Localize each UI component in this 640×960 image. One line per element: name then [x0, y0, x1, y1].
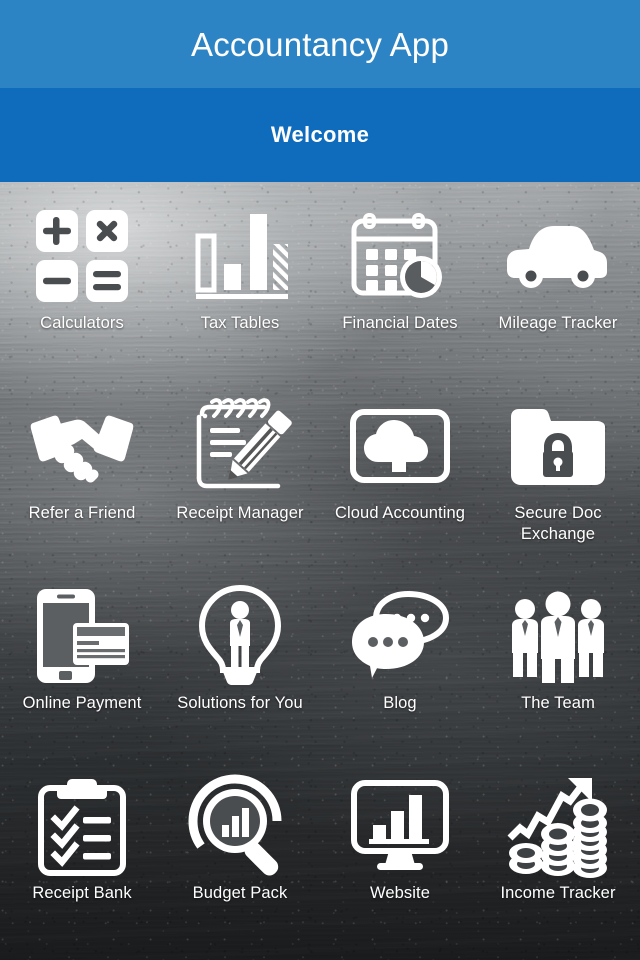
- menu-item-secure-doc-exchange[interactable]: Secure Doc Exchange: [478, 396, 638, 545]
- cloud-upload-icon: [348, 396, 452, 496]
- menu-item-financial-dates[interactable]: Financial Dates: [320, 206, 480, 334]
- menu-item-label: Mileage Tracker: [498, 314, 618, 332]
- menu-item-mileage-tracker[interactable]: Mileage Tracker: [478, 206, 638, 334]
- menu-item-label: Online Payment: [22, 694, 142, 712]
- menu-item-label: Secure Doc Exchange: [514, 504, 602, 543]
- menu-item-label: Tax Tables: [200, 314, 280, 332]
- calculator-icon: [30, 206, 134, 306]
- menu-item-label: Receipt Manager: [176, 504, 304, 522]
- menu-item-label: Receipt Bank: [32, 884, 132, 902]
- menu-item-label: Calculators: [40, 314, 124, 332]
- app-screen: Accountancy App Welcome Calculators Tax …: [0, 0, 640, 960]
- three-people-icon: [506, 586, 610, 686]
- welcome-title: Welcome: [270, 122, 370, 147]
- folder-lock-icon: [506, 396, 610, 496]
- menu-item-label: Blog: [383, 694, 417, 712]
- calendar-clock-icon: [348, 206, 452, 306]
- menu-item-the-team[interactable]: The Team: [478, 586, 638, 714]
- speech-bubbles-icon: [348, 586, 452, 686]
- clipboard-check-icon: [30, 776, 134, 876]
- menu-item-solutions-for-you[interactable]: Solutions for You: [160, 584, 320, 714]
- menu-item-cloud-accounting[interactable]: Cloud Accounting: [320, 396, 480, 524]
- menu-grid: Calculators Tax Tables Financial Dates M…: [0, 182, 640, 960]
- menu-item-label: Budget Pack: [192, 884, 288, 902]
- menu-item-receipt-manager[interactable]: Receipt Manager: [160, 396, 320, 524]
- menu-item-tax-tables[interactable]: Tax Tables: [160, 206, 320, 334]
- magnifier-chart-icon: [188, 774, 292, 876]
- phone-card-icon: [30, 586, 134, 686]
- menu-item-label: Cloud Accounting: [334, 504, 466, 522]
- menu-item-label: Refer a Friend: [28, 504, 136, 522]
- bar-chart-icon: [188, 206, 292, 306]
- menu-item-refer-a-friend[interactable]: Refer a Friend: [2, 396, 162, 524]
- menu-item-blog[interactable]: Blog: [320, 586, 480, 714]
- welcome-bar: Welcome: [0, 88, 640, 182]
- menu-item-receipt-bank[interactable]: Receipt Bank: [2, 776, 162, 904]
- handshake-icon: [30, 396, 134, 496]
- page-title: Accountancy App: [190, 25, 449, 63]
- app-title-bar: Accountancy App: [0, 0, 640, 88]
- car-icon: [506, 206, 610, 306]
- menu-item-income-tracker[interactable]: Income Tracker: [478, 776, 638, 904]
- monitor-chart-icon: [348, 776, 452, 876]
- menu-item-budget-pack[interactable]: Budget Pack: [160, 774, 320, 904]
- notepad-pencil-icon: [188, 396, 292, 496]
- menu-item-label: Financial Dates: [342, 314, 458, 332]
- menu-item-website[interactable]: Website: [320, 776, 480, 904]
- coins-arrow-icon: [506, 776, 610, 878]
- menu-item-label: Income Tracker: [500, 884, 616, 902]
- menu-item-label: Website: [369, 884, 430, 902]
- menu-item-label: The Team: [521, 694, 595, 712]
- menu-item-calculators[interactable]: Calculators: [2, 206, 162, 334]
- lightbulb-person-icon: [188, 584, 292, 686]
- menu-item-label: Solutions for You: [177, 694, 303, 712]
- menu-item-online-payment[interactable]: Online Payment: [2, 586, 162, 714]
